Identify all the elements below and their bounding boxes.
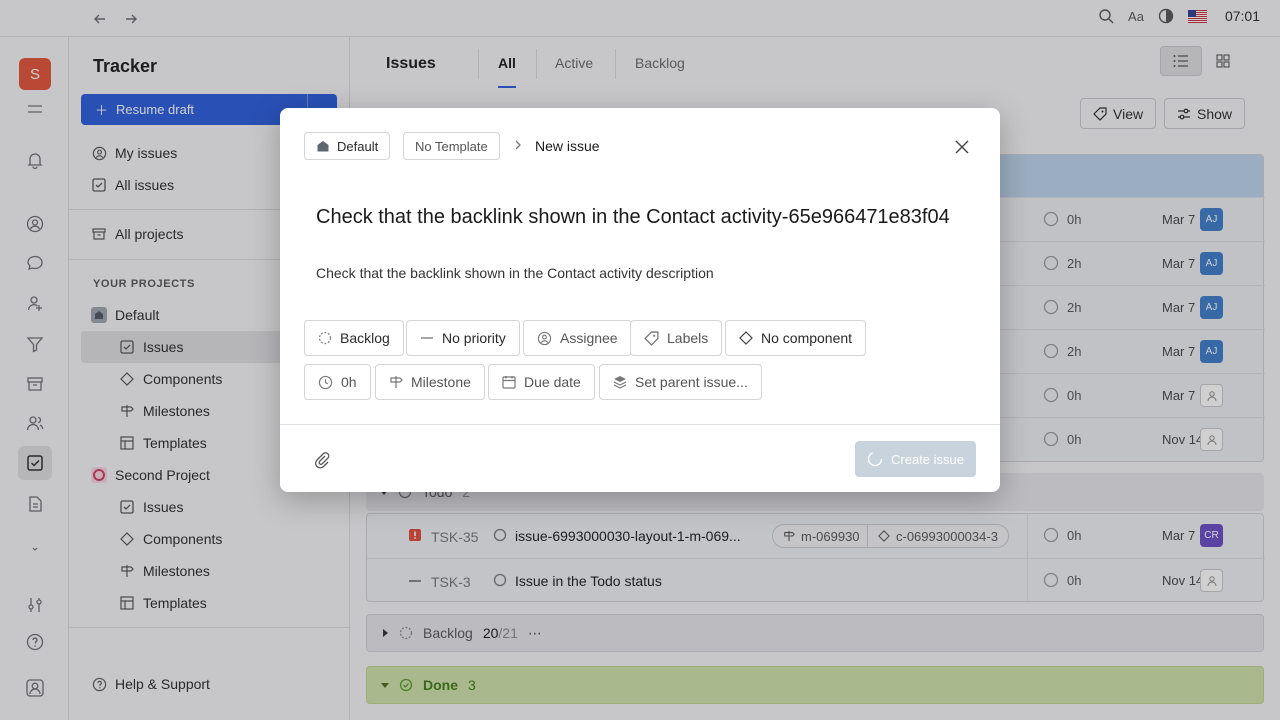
clock-icon — [318, 375, 333, 390]
labels-button[interactable]: Labels — [630, 320, 723, 356]
due-date-label: Due date — [524, 374, 581, 390]
status-button[interactable]: Backlog — [304, 320, 404, 356]
component-label: No component — [761, 330, 853, 346]
close-icon[interactable] — [950, 135, 974, 159]
project-home-icon — [316, 139, 330, 153]
create-issue-button[interactable]: Create issue — [855, 441, 976, 477]
tag-icon — [644, 330, 659, 346]
due-date-button[interactable]: Due date — [488, 364, 595, 400]
component-button[interactable]: No component — [725, 320, 867, 356]
labels-label: Labels — [667, 330, 709, 346]
backlog-status-icon — [318, 331, 332, 345]
component-diamond-icon — [739, 331, 753, 345]
milestone-button[interactable]: Milestone — [375, 364, 485, 400]
no-priority-icon — [420, 331, 434, 345]
issue-title-input[interactable]: Check that the backlink shown in the Con… — [316, 206, 966, 229]
create-issue-label: Create issue — [891, 451, 964, 467]
estimation-button[interactable]: 0h — [304, 364, 371, 400]
breadcrumb-chevron-icon — [513, 139, 523, 151]
template-selector-button[interactable]: No Template — [403, 132, 500, 160]
milestone-signpost-icon — [389, 375, 403, 389]
estimation-label: 0h — [341, 374, 357, 390]
divider — [280, 424, 1000, 425]
parent-issue-label: Set parent issue... — [635, 374, 748, 390]
priority-button[interactable]: No priority — [406, 320, 520, 356]
assignee-label: Assignee — [560, 330, 618, 346]
template-chip-label: No Template — [415, 138, 488, 154]
loading-spinner-icon — [867, 451, 883, 467]
priority-label: No priority — [442, 330, 506, 346]
assignee-button[interactable]: Assignee — [523, 320, 632, 356]
set-parent-issue-button[interactable]: Set parent issue... — [599, 364, 762, 400]
status-label: Backlog — [340, 330, 390, 346]
project-chip-label: Default — [337, 138, 379, 154]
paperclip-icon[interactable] — [314, 451, 330, 469]
parent-issue-stack-icon — [613, 375, 627, 389]
milestone-label: Milestone — [411, 374, 471, 390]
new-issue-dialog: Default No Template New issue Check that… — [280, 108, 1000, 492]
dialog-title: New issue — [535, 138, 600, 154]
project-selector-button[interactable]: Default — [304, 132, 391, 160]
assignee-icon — [537, 331, 552, 346]
calendar-icon — [502, 375, 516, 389]
issue-description-input[interactable]: Check that the backlink shown in the Con… — [316, 265, 714, 281]
